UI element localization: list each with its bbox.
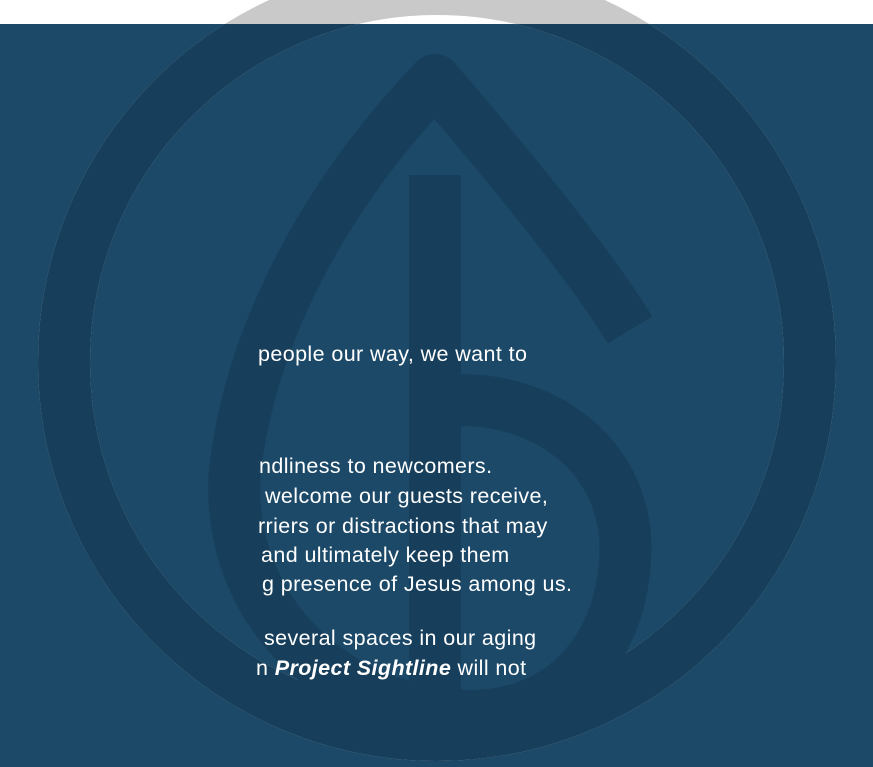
- project-name: Project Sightline: [274, 656, 452, 680]
- paragraph-line: rriers or distractions that may: [258, 514, 548, 538]
- paragraph-line: g presence of Jesus among us.: [262, 572, 573, 596]
- paragraph-line: several spaces in our aging: [264, 626, 537, 650]
- paragraph-line: ndliness to newcomers.: [259, 454, 493, 478]
- paragraph-line: and ultimately keep them: [261, 543, 510, 567]
- paragraph-line: n Project Sightline will not: [256, 656, 526, 681]
- line-prefix: n: [256, 656, 275, 680]
- body-text: people our way, we want to ndliness to n…: [0, 0, 873, 767]
- paragraph-line: people our way, we want to: [258, 342, 528, 366]
- line-suffix: will not: [451, 656, 527, 680]
- paragraph-line: welcome our guests receive,: [265, 484, 549, 508]
